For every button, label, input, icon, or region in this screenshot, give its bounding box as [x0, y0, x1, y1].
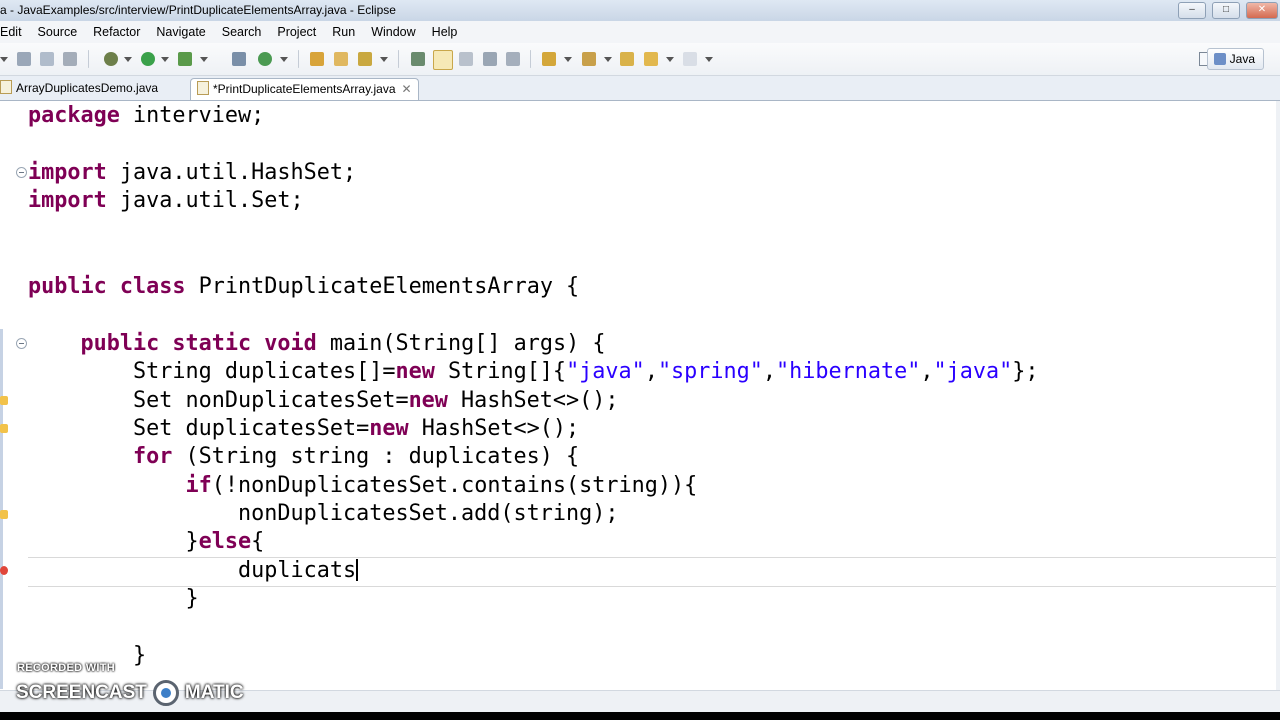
tab-label: *PrintDuplicateElementsArray.java [213, 82, 396, 96]
window-title-bar: a - JavaExamples/src/interview/PrintDupl… [0, 0, 1280, 22]
run-icon[interactable] [141, 52, 155, 66]
menu-help[interactable]: Help [432, 25, 458, 39]
coverage-icon[interactable] [178, 52, 192, 66]
code-line: package interview; [28, 103, 265, 128]
error-marker-icon[interactable] [0, 566, 8, 575]
code-line: }else{ [28, 529, 265, 554]
watermark-screencast: SCREENCAST [16, 682, 147, 703]
window-controls: – □ ✕ [1178, 2, 1278, 19]
previous-annotation-dropdown-icon[interactable] [604, 57, 612, 62]
java-file-icon [197, 81, 209, 95]
run-dropdown-icon[interactable] [161, 57, 169, 62]
open-type-icon[interactable] [310, 52, 324, 66]
warning-marker-icon[interactable] [0, 510, 8, 519]
watermark-logo: SCREENCAST MATIC [16, 680, 244, 706]
watermark-recorded-with: RECORDED WITH [17, 662, 116, 674]
menu-project[interactable]: Project [277, 25, 316, 39]
code-line: Set nonDuplicatesSet=new HashSet<>(); [28, 388, 619, 413]
menu-search[interactable]: Search [222, 25, 262, 39]
java-file-icon [0, 80, 12, 94]
fold-imports-icon[interactable] [16, 167, 27, 178]
new-class-icon[interactable] [258, 52, 272, 66]
minimize-button[interactable]: – [1178, 2, 1206, 19]
menu-edit[interactable]: Edit [0, 25, 22, 39]
toolbar-separator [530, 50, 531, 68]
package-name: interview; [133, 103, 265, 128]
toggle-block-selection-icon[interactable] [459, 52, 473, 66]
tab-printduplicateelementsarray[interactable]: *PrintDuplicateElementsArray.java ✕ [190, 78, 419, 100]
menu-run[interactable]: Run [332, 25, 355, 39]
previous-annotation-icon[interactable] [582, 52, 596, 66]
save-icon[interactable] [17, 52, 31, 66]
tab-label: ArrayDuplicatesDemo.java [16, 81, 159, 95]
overview-ruler[interactable] [1276, 101, 1280, 690]
window-title: a - JavaExamples/src/interview/PrintDupl… [0, 3, 396, 17]
next-annotation-icon[interactable] [542, 52, 556, 66]
code-line: Set duplicatesSet=new HashSet<>(); [28, 416, 580, 441]
menu-navigate[interactable]: Navigate [156, 25, 205, 39]
toggle-mark-occurrences-icon[interactable] [433, 50, 453, 70]
toolbar-separator [298, 50, 299, 68]
search-icon[interactable] [358, 52, 372, 66]
code-line: } [28, 586, 199, 611]
close-window-button[interactable]: ✕ [1246, 2, 1278, 19]
code-line: for (String string : duplicates) { [132, 444, 580, 469]
text-caret [356, 559, 359, 581]
code-line: import java.util.Set; [28, 188, 304, 213]
main-toolbar: Java [0, 43, 1280, 76]
menu-refactor[interactable]: Refactor [93, 25, 140, 39]
open-task-icon[interactable] [334, 52, 348, 66]
print-icon[interactable] [63, 52, 77, 66]
code-line-current[interactable]: duplicats [28, 557, 359, 585]
code-line: public static void main(String[] args) { [80, 331, 606, 356]
forward-icon[interactable] [683, 52, 697, 66]
code-line: nonDuplicatesSet.add(string); [28, 501, 619, 526]
debug-dropdown-icon[interactable] [124, 57, 132, 62]
toggle-breadcrumb-icon[interactable] [411, 52, 425, 66]
next-annotation-dropdown-icon[interactable] [564, 57, 572, 62]
menu-source[interactable]: Source [38, 25, 78, 39]
close-tab-icon[interactable]: ✕ [402, 82, 412, 96]
toolbar-separator [88, 50, 89, 68]
code-line: public class PrintDuplicateElementsArray… [28, 274, 580, 299]
watermark-matic: MATIC [184, 682, 244, 703]
show-whitespace-icon[interactable] [483, 52, 497, 66]
debug-icon[interactable] [104, 52, 118, 66]
screen-bottom-edge [0, 712, 1280, 720]
code-line: String duplicates[]=new String[]{"java",… [28, 359, 1039, 384]
forward-dropdown-icon[interactable] [705, 57, 713, 62]
java-perspective-label: Java [1229, 52, 1255, 66]
search-dropdown-icon[interactable] [380, 57, 388, 62]
warning-marker-icon[interactable] [0, 424, 8, 433]
warning-marker-icon[interactable] [0, 396, 8, 405]
java-perspective-button[interactable]: Java [1206, 48, 1264, 70]
menu-window[interactable]: Window [371, 25, 415, 39]
menu-bar: Edit Source Refactor Navigate Search Pro… [0, 21, 1280, 43]
code-line: if(!nonDuplicatesSet.contains(string)){ [185, 473, 698, 498]
toolbar-separator [398, 50, 399, 68]
coverage-dropdown-icon[interactable] [200, 57, 208, 62]
new-class-dropdown-icon[interactable] [280, 57, 288, 62]
new-java-project-icon[interactable] [232, 52, 246, 66]
screencast-logo-icon [152, 680, 179, 706]
java-perspective-icon [1213, 53, 1226, 65]
range-indicator [0, 329, 3, 689]
editor-tab-bar: ArrayDuplicatesDemo.java *PrintDuplicate… [0, 76, 1280, 101]
back-dropdown-icon[interactable] [666, 57, 674, 62]
fold-method-icon[interactable] [16, 338, 27, 349]
show-formatting-icon[interactable] [506, 52, 520, 66]
save-all-icon[interactable] [40, 52, 54, 66]
code-line: import java.util.HashSet; [28, 160, 357, 185]
back-icon[interactable] [644, 52, 658, 66]
maximize-button[interactable]: □ [1212, 2, 1240, 19]
tab-arrayduplicatesdemo[interactable]: ArrayDuplicatesDemo.java [0, 78, 158, 99]
new-dropdown-icon[interactable] [0, 57, 8, 62]
last-edit-location-icon[interactable] [620, 52, 634, 66]
code-editor[interactable]: package interview; import java.util.Hash… [0, 101, 1280, 690]
